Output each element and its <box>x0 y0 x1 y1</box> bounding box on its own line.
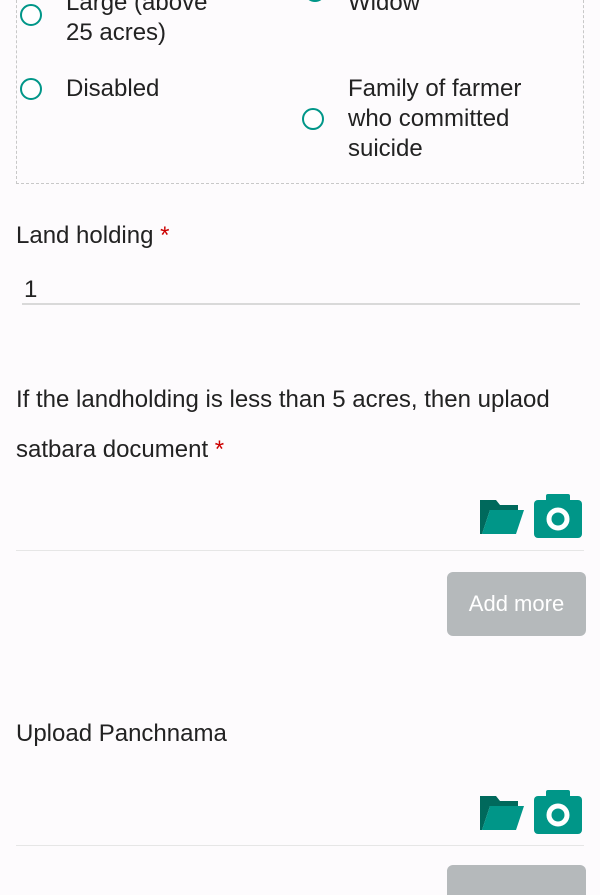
radio-label: Widow <box>348 0 421 16</box>
folder-icon[interactable] <box>478 498 526 536</box>
radio-circle[interactable] <box>20 78 42 100</box>
satbara-label: If the landholding is less than 5 acres,… <box>16 375 586 475</box>
radio-label: Disabled <box>66 75 160 102</box>
land-holding-label-text: Land holding <box>16 222 154 249</box>
land-holding-underline <box>22 303 580 305</box>
radio-label: Large (above 25 acres) <box>66 0 208 46</box>
land-holding-label: Land holding * <box>16 222 169 250</box>
panchnama-divider <box>16 845 584 846</box>
add-more-button[interactable]: Add more <box>447 572 586 636</box>
satbara-label-text: If the landholding is less than 5 acres,… <box>16 386 550 463</box>
radio-option-disabled[interactable]: Disabled <box>20 74 159 104</box>
camera-icon[interactable] <box>534 494 582 538</box>
satbara-divider <box>16 550 584 551</box>
panchnama-add-more-button[interactable] <box>447 865 586 895</box>
radio-circle[interactable] <box>20 4 42 26</box>
radio-circle[interactable] <box>304 0 326 2</box>
panchnama-label: Upload Panchnama <box>16 720 227 747</box>
required-mark: * <box>160 222 170 249</box>
radio-circle[interactable] <box>302 108 324 130</box>
camera-icon[interactable] <box>534 790 582 834</box>
radio-option-large[interactable]: Large (above 25 acres) <box>20 0 216 48</box>
folder-icon[interactable] <box>478 794 526 832</box>
land-holding-input[interactable]: 1 <box>24 276 37 304</box>
radio-label: Family of farmer who committed suicide <box>348 75 522 162</box>
required-mark: * <box>214 436 225 463</box>
radio-option-widow[interactable]: Widow <box>304 0 420 18</box>
radio-option-family-suicide[interactable]: Family of farmer who committed suicide <box>302 74 548 164</box>
